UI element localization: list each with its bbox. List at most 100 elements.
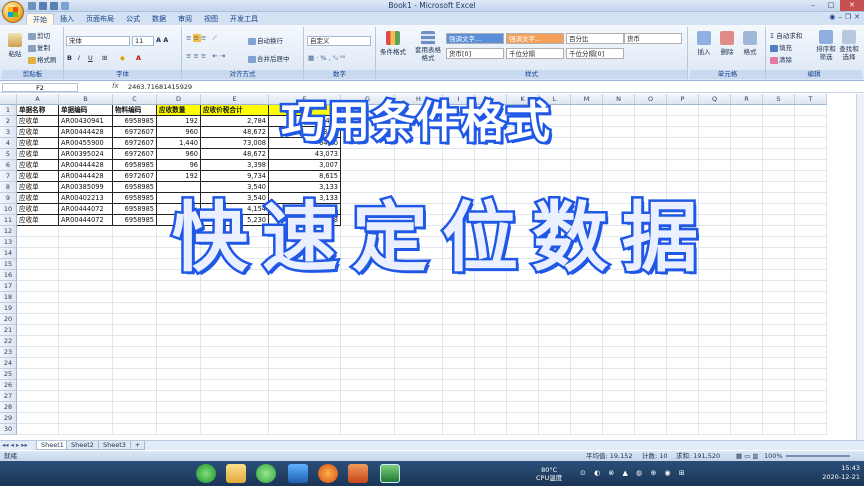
cell[interactable]	[395, 380, 443, 391]
format-cells-button[interactable]: 格式	[740, 31, 760, 56]
cell[interactable]	[539, 380, 571, 391]
cell[interactable]	[59, 402, 113, 413]
tab-review[interactable]: 审阅	[172, 13, 198, 25]
cell[interactable]	[667, 380, 699, 391]
cell[interactable]	[571, 127, 603, 138]
cell[interactable]	[699, 292, 731, 303]
cell[interactable]	[59, 369, 113, 380]
tab-data[interactable]: 数据	[146, 13, 172, 25]
cell[interactable]	[475, 336, 507, 347]
row-header[interactable]: 2	[0, 116, 17, 127]
cell[interactable]	[269, 347, 341, 358]
cell[interactable]	[17, 270, 59, 281]
cell[interactable]	[17, 424, 59, 435]
bold-icon[interactable]: B	[67, 54, 72, 62]
row-header[interactable]: 12	[0, 226, 17, 237]
cell[interactable]	[635, 149, 667, 160]
column-header[interactable]: R	[731, 94, 763, 105]
tab-insert[interactable]: 插入	[54, 13, 80, 25]
cell[interactable]	[635, 380, 667, 391]
cell[interactable]	[571, 424, 603, 435]
cell[interactable]	[507, 160, 539, 171]
cell[interactable]: 6958985	[113, 182, 157, 193]
cell[interactable]: 1,440	[157, 138, 201, 149]
cell[interactable]	[341, 369, 395, 380]
cell[interactable]	[443, 369, 475, 380]
cell[interactable]	[201, 314, 269, 325]
cell[interactable]	[395, 149, 443, 160]
cell[interactable]	[667, 402, 699, 413]
cell[interactable]	[603, 325, 635, 336]
column-header[interactable]: A	[17, 94, 59, 105]
cell[interactable]: 应收单	[17, 171, 59, 182]
cell[interactable]	[201, 391, 269, 402]
cell[interactable]	[795, 237, 827, 248]
cell[interactable]	[507, 336, 539, 347]
row-header[interactable]: 1	[0, 105, 17, 116]
cell[interactable]	[395, 160, 443, 171]
cell[interactable]	[603, 402, 635, 413]
cell[interactable]	[699, 347, 731, 358]
cell[interactable]	[731, 402, 763, 413]
cell[interactable]	[571, 138, 603, 149]
cell[interactable]	[59, 281, 113, 292]
cell[interactable]	[667, 325, 699, 336]
cell[interactable]	[17, 325, 59, 336]
cell[interactable]	[571, 369, 603, 380]
doc-minimize-icon[interactable]: –	[838, 13, 842, 21]
row-header[interactable]: 4	[0, 138, 17, 149]
tab-view[interactable]: 视图	[198, 13, 224, 25]
cell[interactable]	[507, 303, 539, 314]
vertical-scrollbar[interactable]	[856, 94, 864, 440]
cell[interactable]	[699, 138, 731, 149]
row-header[interactable]: 21	[0, 325, 17, 336]
cell[interactable]	[507, 424, 539, 435]
cell[interactable]	[59, 424, 113, 435]
cell[interactable]	[667, 116, 699, 127]
cell[interactable]: 应收单	[17, 149, 59, 160]
cell[interactable]	[731, 182, 763, 193]
style-comma[interactable]: 千位分隔	[506, 48, 564, 59]
cell[interactable]	[795, 182, 827, 193]
cell[interactable]	[571, 160, 603, 171]
cell[interactable]	[341, 160, 395, 171]
cell[interactable]	[395, 325, 443, 336]
tray-icons[interactable]: ⊙ ◐ ⊗ ▲ ◍ ⊕ ◉ ⊞	[580, 469, 688, 477]
cell[interactable]	[17, 259, 59, 270]
cell[interactable]	[443, 325, 475, 336]
cell[interactable]	[269, 292, 341, 303]
cell[interactable]: 6972607	[113, 127, 157, 138]
help-icon[interactable]: ◉	[829, 13, 835, 21]
cell[interactable]	[113, 424, 157, 435]
cell[interactable]	[269, 303, 341, 314]
cell[interactable]	[113, 325, 157, 336]
cell[interactable]	[443, 358, 475, 369]
cell[interactable]	[59, 413, 113, 424]
cell[interactable]	[157, 369, 201, 380]
column-header[interactable]: Q	[699, 94, 731, 105]
cell[interactable]	[113, 380, 157, 391]
cell[interactable]	[59, 325, 113, 336]
cell[interactable]	[571, 105, 603, 116]
cell[interactable]	[699, 105, 731, 116]
cell[interactable]: 73,008	[201, 138, 269, 149]
cell[interactable]	[395, 391, 443, 402]
column-header[interactable]: E	[201, 94, 269, 105]
cell[interactable]	[635, 424, 667, 435]
row-header[interactable]: 25	[0, 369, 17, 380]
cell[interactable]	[113, 391, 157, 402]
cell[interactable]	[763, 204, 795, 215]
row-header[interactable]: 3	[0, 127, 17, 138]
cell[interactable]	[17, 248, 59, 259]
cell[interactable]	[443, 292, 475, 303]
cell[interactable]	[763, 193, 795, 204]
cell[interactable]	[269, 369, 341, 380]
cell[interactable]	[603, 380, 635, 391]
cell[interactable]	[763, 380, 795, 391]
fill-color-icon[interactable]: ◆	[120, 54, 125, 62]
cell[interactable]	[341, 391, 395, 402]
style-currency0[interactable]: 货币[0]	[446, 48, 504, 59]
maximize-icon[interactable]: □	[822, 0, 840, 11]
cell[interactable]	[201, 413, 269, 424]
cell[interactable]	[201, 402, 269, 413]
